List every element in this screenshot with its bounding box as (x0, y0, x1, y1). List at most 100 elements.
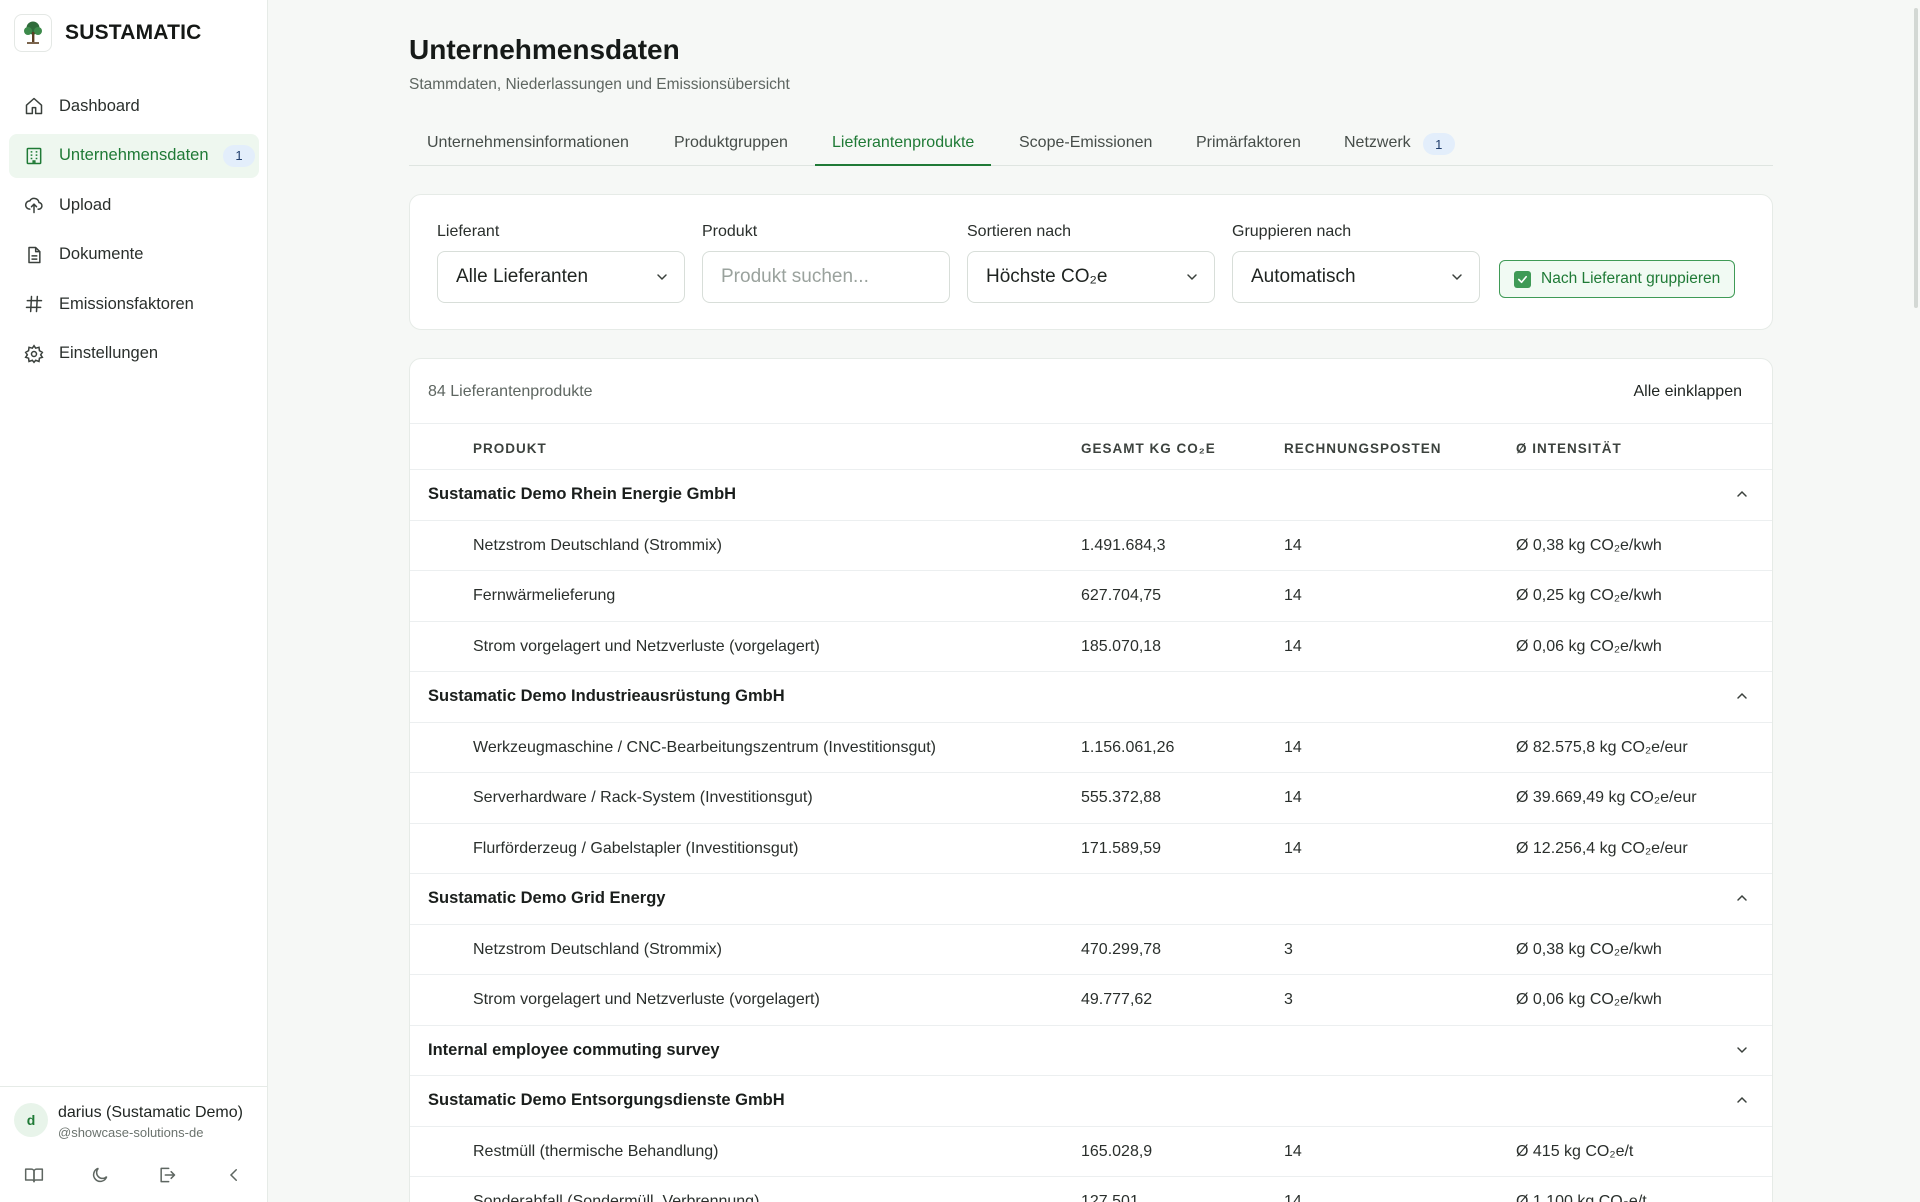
invoice-items-cell: 3 (1284, 991, 1293, 1008)
invoice-items-cell: 14 (1284, 789, 1302, 806)
product-name-cell: Flurförderzeug / Gabelstapler (Investiti… (473, 839, 799, 857)
logout-icon[interactable] (149, 1157, 185, 1193)
chevron-down-icon (654, 269, 670, 291)
intensity-cell: Ø 0,25 kg CO₂e/kwh (1516, 587, 1662, 604)
total-co2e-cell: 127.501 (1081, 1193, 1139, 1202)
invoice-items-cell: 14 (1284, 1142, 1302, 1160)
invoice-items-cell: 14 (1284, 637, 1302, 655)
tab-primaerfaktoren[interactable]: Primärfaktoren (1196, 124, 1301, 166)
chevron-up-icon[interactable] (1734, 1092, 1750, 1113)
brand[interactable]: SUSTAMATIC (14, 14, 202, 52)
user-name[interactable]: darius (Sustamatic Demo) (58, 1104, 258, 1122)
avatar[interactable]: d (14, 1103, 48, 1137)
supplier-group-row[interactable]: Sustamatic Demo Industrieausrüstung GmbH (410, 671, 1772, 722)
supplier-group-name: Sustamatic Demo Rhein Energie GmbH (428, 485, 737, 503)
tab-unternehmensinformationen[interactable]: Unternehmensinformationen (427, 124, 629, 166)
tab-label: Lieferantenprodukte (832, 134, 975, 151)
sidebar: SUSTAMATIC Dashboard Unternehmensdaten 1… (0, 0, 268, 1202)
sidebar-item-dashboard[interactable]: Dashboard (9, 84, 259, 128)
table-row[interactable]: Fernwärmelieferung 627.704,75 14 Ø 0,25 kg … (410, 570, 1772, 621)
total-co2e-cell: 165.028,9 (1081, 1142, 1153, 1160)
chevron-up-icon[interactable] (1734, 890, 1750, 911)
group-select[interactable]: Automatisch (1232, 251, 1480, 303)
notification-badge: 1 (1422, 133, 1455, 155)
sidebar-item-emissionsfaktoren[interactable]: Emissionsfaktoren (9, 282, 259, 326)
table-row[interactable]: Werkzeugmaschine / CNC-Bearbeitungszentr… (410, 721, 1772, 773)
product-name-cell: Strom vorgelagert und Netzverluste (vorg… (473, 637, 820, 655)
table-row[interactable]: Netzstrom Deutschland (Strommix) 1.491.68… (410, 519, 1772, 571)
intensity-cell: Ø 0,06 kg CO₂e/kwh (1516, 991, 1662, 1008)
table-row[interactable]: Strom vorgelagert und Netzverluste (vorg… (410, 620, 1772, 672)
collapse-all-button[interactable]: Alle einklappen (1633, 383, 1742, 401)
tab-label: Netzwerk (1344, 134, 1411, 151)
gear-icon (23, 343, 45, 365)
brand-name: SUSTAMATIC (65, 21, 202, 44)
collapse-sidebar-icon[interactable] (216, 1157, 252, 1193)
tree-logo-icon (14, 14, 52, 52)
tab-netzwerk[interactable]: Netzwerk 1 (1344, 124, 1455, 166)
sidebar-item-label: Dashboard (59, 96, 140, 115)
hash-icon (23, 293, 45, 315)
sidebar-item-einstellungen[interactable]: Einstellungen (9, 332, 259, 376)
tab-label: Produktgruppen (674, 134, 788, 151)
column-header-produkt[interactable]: PRODUKT (473, 441, 547, 456)
sidebar-item-upload[interactable]: Upload (9, 183, 259, 227)
supplier-group-name: Sustamatic Demo Grid Energy (428, 889, 666, 907)
sidebar-item-unternehmensdaten[interactable]: Unternehmensdaten 1 (9, 133, 259, 178)
product-name-cell: Serverhardware / Rack-System (Investitio… (473, 789, 813, 806)
chevron-down-icon[interactable] (1734, 1042, 1750, 1063)
table-row[interactable]: Netzstrom Deutschland (Strommix) 470.299,… (410, 923, 1772, 975)
sidebar-item-label: Unternehmensdaten (59, 146, 209, 164)
supplier-group-row[interactable]: Sustamatic Demo Entsorgungsdienste GmbH (410, 1075, 1772, 1126)
sort-select[interactable]: Höchste CO₂e (967, 251, 1215, 303)
chevron-down-icon (1449, 269, 1465, 291)
table-row[interactable]: Sonderabfall (Sondermüll, Verbrennung) 12… (410, 1176, 1772, 1202)
supplier-select[interactable]: Alle Lieferanten (437, 251, 685, 303)
tab-label: Primärfaktoren (1196, 134, 1301, 151)
column-header-intensitaet[interactable]: Ø INTENSITÄT (1516, 441, 1622, 456)
supplier-group-row[interactable]: Internal employee commuting survey (410, 1024, 1772, 1076)
tab-lieferantenprodukte[interactable]: Lieferantenprodukte (815, 124, 992, 166)
document-icon (23, 244, 45, 266)
table-row[interactable]: Restmüll (thermische Behandlung) 165.028,… (410, 1125, 1772, 1177)
invoice-items-cell: 3 (1284, 940, 1293, 958)
invoice-items-cell: 14 (1284, 839, 1302, 857)
scrollbar[interactable] (1912, 0, 1920, 1202)
sidebar-item-label: Einstellungen (59, 344, 159, 362)
tab-bar: Unternehmensinformationen Produktgruppen… (409, 124, 1773, 166)
table-row[interactable]: Serverhardware / Rack-System (Investitio… (410, 772, 1772, 823)
group-by-supplier-toggle[interactable]: Nach Lieferant gruppieren (1499, 260, 1735, 298)
chevron-up-icon[interactable] (1734, 486, 1750, 507)
supplier-products-table: 84 Lieferantenprodukte Alle einklappen P… (409, 358, 1773, 1202)
sidebar-item-dokumente[interactable]: Dokumente (9, 233, 259, 277)
sidebar-item-label: Upload (59, 195, 112, 214)
column-header-gesamt[interactable]: GESAMT KG CO₂E (1081, 441, 1216, 456)
tab-scope-emissionen[interactable]: Scope-Emissionen (1019, 124, 1152, 166)
invoice-items-cell: 14 (1284, 738, 1302, 756)
table-row[interactable]: Flurförderzeug / Gabelstapler (Investiti… (410, 822, 1772, 874)
total-co2e-cell: 470.299,78 (1081, 940, 1162, 958)
moon-icon[interactable] (82, 1157, 118, 1193)
supplier-group-row[interactable]: Sustamatic Demo Rhein Energie GmbH (410, 469, 1772, 520)
sidebar-item-label: Dokumente (59, 245, 144, 263)
sidebar-nav: Dashboard Unternehmensdaten 1 Upload Dok… (9, 84, 259, 381)
supplier-group-row[interactable]: Sustamatic Demo Grid Energy (410, 873, 1772, 924)
group-by-supplier-label: Nach Lieferant gruppieren (1541, 270, 1721, 287)
total-co2e-cell: 1.156.061,26 (1081, 738, 1175, 756)
checkbox-checked-icon[interactable] (1514, 270, 1531, 288)
supplier-group-name: Sustamatic Demo Industrieausrüstung GmbH (428, 687, 785, 705)
product-name-cell: Restmüll (thermische Behandlung) (473, 1142, 719, 1160)
table-body: Sustamatic Demo Rhein Energie GmbH Netzst… (410, 469, 1772, 1202)
product-search-input[interactable] (721, 266, 921, 288)
total-co2e-cell: 627.704,75 (1081, 587, 1162, 604)
notification-badge: 1 (223, 144, 255, 167)
sidebar-item-label: Emissionsfaktoren (59, 294, 194, 313)
group-label: Gruppieren nach (1232, 223, 1352, 240)
chevron-up-icon[interactable] (1734, 688, 1750, 709)
tab-produktgruppen[interactable]: Produktgruppen (674, 124, 788, 166)
table-row[interactable]: Strom vorgelagert und Netzverluste (vorg… (410, 974, 1772, 1025)
scroll-thumb[interactable] (1914, 8, 1918, 308)
book-icon[interactable] (16, 1157, 52, 1193)
column-header-rechnungsposten[interactable]: RECHNUNGSPOSTEN (1284, 441, 1442, 456)
user-actions (0, 1157, 268, 1197)
